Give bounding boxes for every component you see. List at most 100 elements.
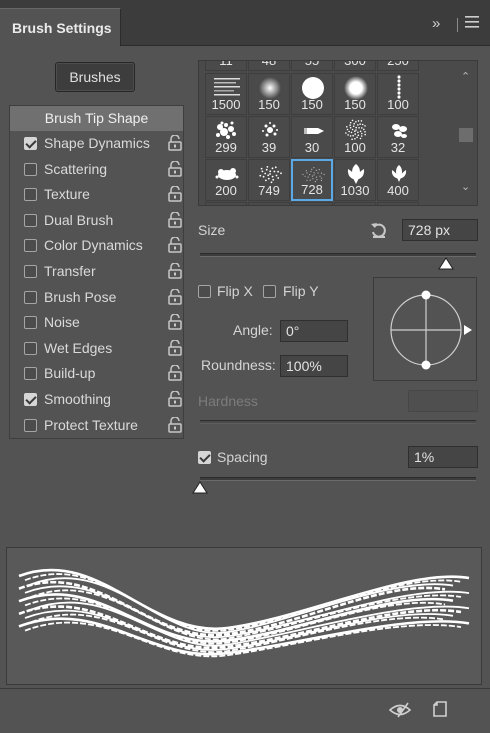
dual-brush-checkbox[interactable] xyxy=(24,213,37,227)
brush-preset-cell[interactable] xyxy=(205,202,247,205)
hamburger-icon[interactable] xyxy=(465,16,479,32)
brush-preset-cell[interactable]: 150 xyxy=(334,73,376,115)
option-shape-dynamics[interactable]: Shape Dynamics xyxy=(10,131,183,157)
lock-icon[interactable] xyxy=(168,159,182,177)
lock-icon[interactable] xyxy=(168,262,182,279)
option-color-dynamics[interactable]: Color Dynamics xyxy=(10,233,183,259)
brush-preset-cell[interactable]: 39 xyxy=(248,116,290,158)
brush-preset-cell[interactable] xyxy=(248,202,290,205)
brush-size-label: 1030 xyxy=(340,183,370,198)
lock-icon[interactable] xyxy=(168,313,182,330)
scattering-checkbox[interactable] xyxy=(24,162,37,176)
brush-preset-cell[interactable]: 100 xyxy=(334,116,376,158)
transfer-checkbox[interactable] xyxy=(24,264,37,278)
brush-preset-cell[interactable]: 55 xyxy=(291,61,333,71)
lock-icon[interactable] xyxy=(168,236,182,254)
smoothing-checkbox[interactable] xyxy=(24,392,37,406)
lock-icon[interactable] xyxy=(168,364,182,382)
spacing-checkbox[interactable] xyxy=(198,451,211,464)
brush-preset-cell[interactable]: 30 xyxy=(291,116,333,158)
lock-icon[interactable] xyxy=(168,339,182,356)
brush-stroke-preview xyxy=(6,547,482,685)
scroll-down-icon[interactable]: ⌄ xyxy=(461,180,470,193)
option-noise[interactable]: Noise xyxy=(10,310,183,336)
lock-icon[interactable] xyxy=(168,211,182,228)
lock-icon[interactable] xyxy=(168,287,182,305)
brush-preset-cell[interactable]: 300 xyxy=(334,61,376,71)
shape-dynamics-checkbox[interactable] xyxy=(24,137,37,150)
reset-icon[interactable] xyxy=(369,220,389,243)
brush-pose-checkbox[interactable] xyxy=(24,290,37,304)
texture-checkbox[interactable] xyxy=(24,188,37,202)
size-slider-track[interactable] xyxy=(200,253,476,257)
brush-preset-cell[interactable]: 250 xyxy=(377,61,419,71)
create-new-preset-icon[interactable] xyxy=(432,700,448,721)
option-build-up[interactable]: Build-up xyxy=(10,361,183,387)
brushes-button[interactable]: Brushes xyxy=(55,62,135,92)
option-texture[interactable]: Texture xyxy=(10,182,183,208)
option-wet-edges[interactable]: Wet Edges xyxy=(10,336,183,362)
brush-tip-shape-item[interactable]: Brush Tip Shape xyxy=(10,106,183,131)
brush-preset-cell[interactable]: 48 xyxy=(248,61,290,71)
brush-preset-cell[interactable]: 11 xyxy=(205,61,247,71)
build-up-checkbox[interactable] xyxy=(24,367,37,381)
brush-size-label: 200 xyxy=(215,183,237,198)
flip-y-label: Flip Y xyxy=(283,283,319,299)
angle-field[interactable]: 0° xyxy=(280,320,348,342)
brush-preset-cell[interactable]: 1500 xyxy=(205,73,247,115)
spacing-field[interactable]: 1% xyxy=(408,446,478,468)
scroll-thumb[interactable] xyxy=(459,128,473,142)
brush-preset-cell[interactable]: 150 xyxy=(248,73,290,115)
brush-size-label: 100 xyxy=(387,97,409,112)
option-brush-pose[interactable]: Brush Pose xyxy=(10,285,183,311)
option-transfer[interactable]: Transfer xyxy=(10,259,183,285)
brush-preset-cell[interactable]: 299 xyxy=(205,116,247,158)
brush-preset-cell[interactable]: 400 xyxy=(377,159,419,201)
roundness-field[interactable]: 100% xyxy=(280,355,348,377)
brush-preset-cell[interactable]: 100 xyxy=(377,73,419,115)
double-chevron-icon[interactable]: » xyxy=(432,16,440,32)
lock-icon[interactable] xyxy=(168,390,182,407)
flip-y-checkbox[interactable] xyxy=(263,285,276,298)
brush-preset-grid[interactable]: 11 48 55 300 250 1500 150 150 150 100 299 39 30 100 32… xyxy=(198,60,478,206)
lock-icon[interactable] xyxy=(168,415,182,433)
header-divider xyxy=(457,18,458,32)
protect-texture-checkbox[interactable] xyxy=(24,418,37,432)
brush-size-label: 150 xyxy=(258,97,280,112)
spacing-slider-knob[interactable] xyxy=(192,481,208,495)
noise-label: Noise xyxy=(44,314,80,331)
wet-edges-checkbox[interactable] xyxy=(24,341,37,355)
option-protect-texture[interactable]: Protect Texture xyxy=(10,413,183,439)
noise-checkbox[interactable] xyxy=(24,316,37,330)
option-smoothing[interactable]: Smoothing xyxy=(10,387,183,413)
size-field[interactable]: 728 px xyxy=(402,219,478,241)
brush-preset-cell[interactable]: 728 xyxy=(291,159,333,201)
tab-brush-settings[interactable]: Brush Settings xyxy=(0,8,121,46)
brush-preset-cell[interactable]: 1030 xyxy=(334,159,376,201)
brush-preset-cell[interactable] xyxy=(334,202,376,205)
flip-x-checkbox[interactable] xyxy=(198,285,211,298)
flip-x-label: Flip X xyxy=(217,283,253,299)
angle-roundness-widget[interactable] xyxy=(373,277,477,381)
brush-preset-cell[interactable]: 200 xyxy=(205,159,247,201)
size-slider-knob[interactable] xyxy=(437,257,454,271)
visibility-toggle-icon[interactable] xyxy=(388,701,412,722)
brush-size-label: 400 xyxy=(387,183,409,198)
option-scattering[interactable]: Scattering xyxy=(10,157,183,183)
color-dynamics-checkbox[interactable] xyxy=(24,239,37,253)
brush-preset-cell[interactable]: 32 xyxy=(377,116,419,158)
panel-title: Brush Settings xyxy=(12,20,112,36)
spacing-slider-track[interactable] xyxy=(200,477,476,481)
option-dual-brush[interactable]: Dual Brush xyxy=(10,208,183,234)
brush-preset-cell[interactable] xyxy=(377,202,419,205)
lock-icon[interactable] xyxy=(168,134,182,151)
build-up-label: Build-up xyxy=(44,365,96,382)
scroll-up-icon[interactable]: ⌃ xyxy=(461,70,470,83)
lock-icon[interactable] xyxy=(168,185,182,202)
grid-scrollbar[interactable]: ⌃ ⌄ xyxy=(456,62,476,202)
brush-preset-cell[interactable]: 749 xyxy=(248,159,290,201)
hardness-field xyxy=(408,390,478,412)
brush-preset-cell[interactable] xyxy=(291,202,333,205)
protect-texture-label: Protect Texture xyxy=(44,416,138,433)
brush-preset-cell[interactable]: 150 xyxy=(291,73,333,115)
